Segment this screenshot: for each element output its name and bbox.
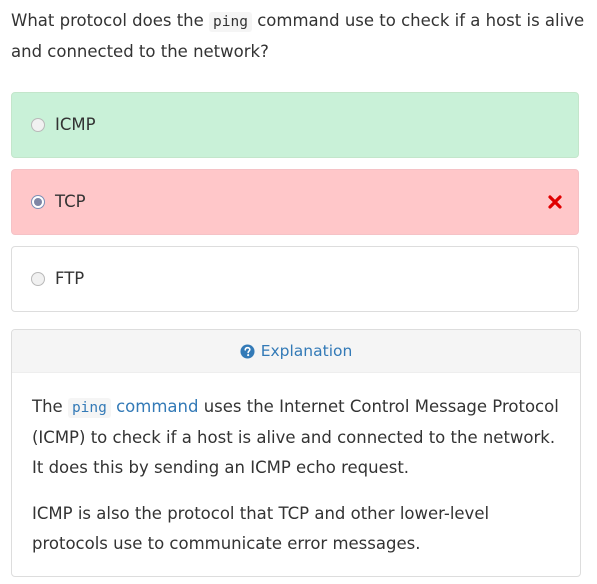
question-code: ping xyxy=(209,12,252,32)
radio-ftp[interactable] xyxy=(31,272,45,286)
p1-line3: It does this by sending an ICMP echo req… xyxy=(32,458,410,477)
explanation-panel: Explanation The ping command uses the In… xyxy=(11,329,581,577)
radio-icmp[interactable] xyxy=(31,118,45,132)
option-tcp[interactable]: TCP xyxy=(11,169,579,235)
ping-command-link[interactable]: ping command xyxy=(67,397,199,418)
p2-line2: protocols use to communicate error messa… xyxy=(32,534,421,553)
explanation-title: Explanation xyxy=(260,342,353,360)
cross-icon xyxy=(548,195,562,209)
radio-tcp[interactable] xyxy=(31,195,45,209)
option-label-icmp: ICMP xyxy=(55,115,96,134)
option-label-tcp: TCP xyxy=(55,192,86,211)
option-icmp[interactable]: ICMP xyxy=(11,92,579,158)
explanation-header[interactable]: Explanation xyxy=(12,330,580,373)
p1-lead: The xyxy=(32,397,68,416)
p1-rest: uses the Internet Control Message Protoc… xyxy=(198,397,559,416)
question-text: What protocol does the ping command use … xyxy=(11,6,586,66)
question-prefix: What protocol does the xyxy=(11,11,210,30)
command-link-text: command xyxy=(110,397,199,416)
option-ftp[interactable]: FTP xyxy=(11,246,579,312)
option-label-ftp: FTP xyxy=(55,269,85,288)
p2-line1: ICMP is also the protocol that TCP and o… xyxy=(32,504,490,523)
ping-code: ping xyxy=(67,398,111,418)
explanation-paragraph-2: ICMP is also the protocol that TCP and o… xyxy=(32,499,570,559)
explanation-paragraph-1: The ping command uses the Internet Contr… xyxy=(32,392,570,483)
explanation-body: The ping command uses the Internet Contr… xyxy=(32,392,570,559)
question-circle-icon xyxy=(240,343,255,359)
p1-line2: (ICMP) to check if a host is alive and c… xyxy=(32,428,556,447)
